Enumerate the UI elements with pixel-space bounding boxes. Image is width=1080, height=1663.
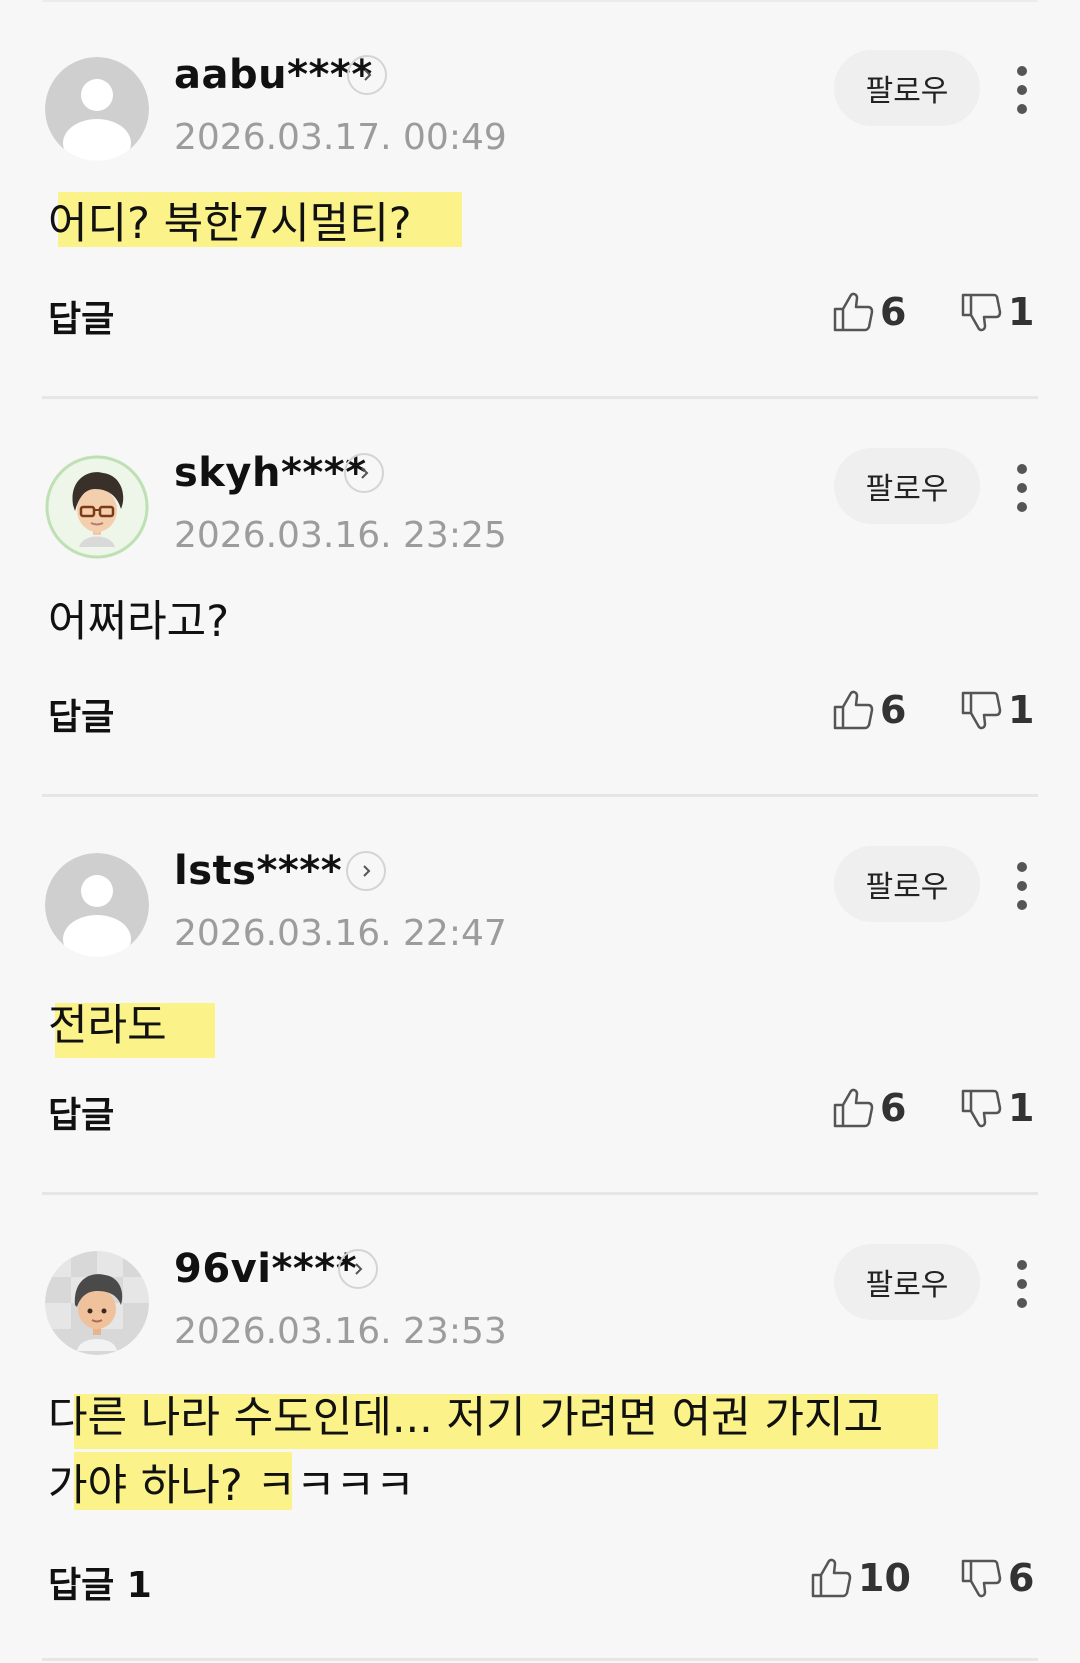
comment-text: 어쩌라고? — [48, 588, 229, 656]
comment-text-line: 가야 하나? ㅋㅋㅋㅋ — [48, 1461, 415, 1511]
comment-text-line: 어쩌라고? — [48, 597, 230, 647]
reply-button[interactable]: 답글 — [48, 290, 114, 342]
divider — [42, 1658, 1038, 1661]
thumbs-up-icon — [811, 1558, 852, 1598]
default-avatar-icon — [45, 853, 149, 957]
comment-timestamp: 2026.03.16. 22:47 — [174, 913, 507, 954]
dislike-button[interactable]: 1 — [960, 1083, 1034, 1133]
like-button[interactable]: 6 — [832, 1083, 906, 1133]
reply-button[interactable]: 답글 1 — [48, 1556, 152, 1608]
default-avatar-icon — [45, 57, 149, 161]
comment-text-line: 어디? 북한7시멀티? — [48, 199, 412, 249]
dislike-count: 1 — [1008, 290, 1035, 334]
chevron-right-icon[interactable] — [344, 453, 384, 493]
more-options-icon[interactable] — [1004, 453, 1040, 523]
more-options-icon[interactable] — [1004, 1249, 1040, 1319]
avatar[interactable] — [45, 57, 149, 161]
comment-item: skyh**** 2026.03.16. 23:25 팔로우 어쩌라고? 답글 … — [0, 398, 1080, 797]
dislike-count: 1 — [1008, 688, 1035, 732]
reply-button[interactable]: 답글 — [48, 1086, 114, 1138]
comment-item: 96vi**** 2026.03.16. 23:53 팔로우 다른 나라 수도인… — [0, 1194, 1080, 1663]
chevron-right-icon[interactable] — [338, 1249, 378, 1289]
thumbs-up-icon — [833, 292, 874, 332]
follow-button[interactable]: 팔로우 — [834, 846, 980, 922]
like-count: 6 — [880, 290, 907, 334]
like-button[interactable]: 10 — [810, 1553, 911, 1603]
like-count: 6 — [880, 1086, 907, 1130]
reply-button[interactable]: 답글 — [48, 688, 114, 740]
comment-item: lsts**** 2026.03.16. 22:47 팔로우 전라도 답글 6 … — [0, 796, 1080, 1195]
avatar[interactable] — [45, 455, 149, 559]
follow-button[interactable]: 팔로우 — [834, 448, 980, 524]
username[interactable]: lsts**** — [174, 848, 342, 894]
thumbs-down-icon — [961, 293, 1002, 332]
like-button[interactable]: 6 — [832, 685, 906, 735]
username[interactable]: aabu**** — [174, 52, 373, 98]
character-avatar-icon — [45, 455, 149, 559]
comment-timestamp: 2026.03.17. 00:49 — [174, 117, 507, 158]
comment-text-line: 다른 나라 수도인데... 저기 가려면 여권 가지고 — [48, 1393, 884, 1443]
comment-item: aabu**** 2026.03.17. 00:49 팔로우 어디? 북한7시멀… — [0, 0, 1080, 399]
thumbs-down-icon — [961, 691, 1002, 730]
comment-text: 어디? 북한7시멀티? — [48, 190, 412, 258]
dislike-button[interactable]: 6 — [960, 1553, 1034, 1603]
dislike-button[interactable]: 1 — [960, 685, 1034, 735]
dislike-count: 6 — [1008, 1556, 1035, 1600]
follow-button[interactable]: 팔로우 — [834, 50, 980, 126]
chevron-right-icon[interactable] — [347, 55, 387, 95]
username[interactable]: skyh**** — [174, 450, 367, 496]
comment-timestamp: 2026.03.16. 23:25 — [174, 515, 507, 556]
more-options-icon[interactable] — [1004, 55, 1040, 125]
dislike-button[interactable]: 1 — [960, 287, 1034, 337]
avatar[interactable] — [45, 1251, 149, 1355]
like-count: 10 — [858, 1556, 911, 1600]
comment-text: 전라도 — [48, 992, 167, 1060]
thumbs-down-icon — [961, 1559, 1002, 1598]
like-count: 6 — [880, 688, 907, 732]
thumbs-down-icon — [961, 1089, 1002, 1128]
thumbs-up-icon — [833, 1088, 874, 1128]
dislike-count: 1 — [1008, 1086, 1035, 1130]
character-avatar-icon — [45, 1251, 149, 1355]
comment-timestamp: 2026.03.16. 23:53 — [174, 1311, 507, 1352]
comment-text-line: 전라도 — [48, 1001, 167, 1051]
more-options-icon[interactable] — [1004, 851, 1040, 921]
avatar[interactable] — [45, 853, 149, 957]
comment-text: 다른 나라 수도인데... 저기 가려면 여권 가지고 가야 하나? ㅋㅋㅋㅋ — [48, 1384, 883, 1520]
chevron-right-icon[interactable] — [346, 851, 386, 891]
follow-button[interactable]: 팔로우 — [834, 1244, 980, 1320]
username[interactable]: 96vi**** — [174, 1246, 357, 1292]
thumbs-up-icon — [833, 690, 874, 730]
like-button[interactable]: 6 — [832, 287, 906, 337]
